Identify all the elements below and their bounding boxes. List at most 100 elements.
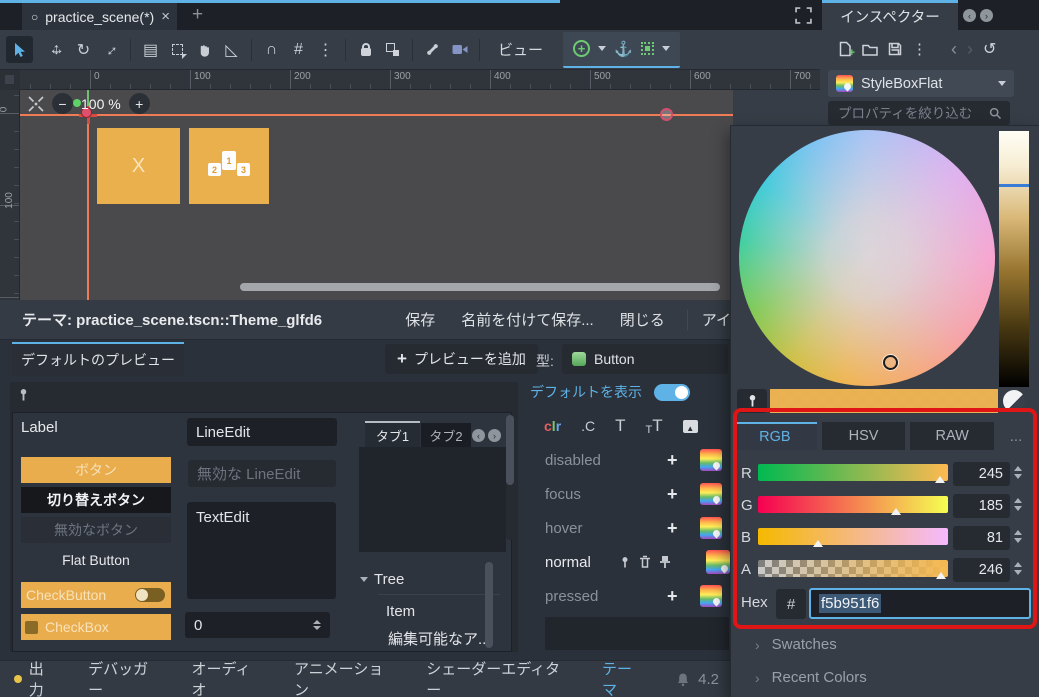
spinner-arrows-icon[interactable] bbox=[313, 620, 321, 630]
tab-rgb[interactable]: RGB bbox=[733, 422, 817, 450]
tab-hsv[interactable]: HSV bbox=[822, 422, 906, 450]
anchor-preset-icon[interactable] bbox=[641, 42, 654, 55]
add-node-icon[interactable]: + bbox=[573, 40, 590, 57]
save-resource-icon[interactable] bbox=[888, 42, 902, 56]
preview-tree-item-editable[interactable]: 編集可能なア... bbox=[388, 628, 491, 649]
snap-options-menu[interactable]: ⋮ bbox=[312, 36, 339, 63]
preview-tab2[interactable]: タブ2 bbox=[421, 423, 471, 447]
bottom-tab-output[interactable]: 出力 bbox=[14, 658, 58, 697]
history-back-icon[interactable]: ‹ bbox=[951, 39, 957, 60]
swatches-section[interactable]: › Swatches bbox=[755, 636, 837, 653]
spinner-arrows-icon[interactable] bbox=[1014, 562, 1022, 575]
preview-check-box[interactable]: CheckBox bbox=[21, 614, 171, 640]
dock-prev-icon[interactable]: ‹ bbox=[963, 9, 976, 22]
color-wheel[interactable] bbox=[739, 130, 995, 386]
tab-default-preview[interactable]: デフォルトのプレビュー bbox=[12, 342, 184, 376]
preview-button[interactable]: ボタン bbox=[21, 457, 171, 483]
theme-close-button[interactable]: 閉じる bbox=[620, 309, 665, 330]
bottom-tab-shader-editor[interactable]: シェーダーエディター bbox=[426, 658, 572, 697]
resource-options-menu[interactable]: ⋮ bbox=[912, 40, 927, 58]
r-slider-thumb[interactable] bbox=[935, 476, 945, 483]
bottom-tab-debugger[interactable]: デバッガー bbox=[88, 658, 161, 697]
move-tool[interactable]: ↔↕ bbox=[43, 36, 70, 63]
preview-tab1[interactable]: タブ1 bbox=[365, 421, 420, 447]
theme-save-as-button[interactable]: 名前を付けて保存... bbox=[461, 309, 594, 330]
g-value[interactable]: 185 bbox=[953, 494, 1010, 518]
bottom-tab-audio[interactable]: オーディオ bbox=[192, 658, 264, 697]
property-filter-input[interactable] bbox=[836, 105, 980, 122]
preview-toggle-button[interactable]: 切り替えボタン bbox=[21, 487, 171, 513]
add-style-button[interactable]: + bbox=[667, 450, 678, 471]
b-value[interactable]: 81 bbox=[953, 526, 1010, 550]
tab-raw[interactable]: RAW bbox=[910, 422, 994, 450]
pushpin-icon[interactable] bbox=[655, 555, 675, 569]
smart-snap-icon[interactable]: ∩ bbox=[258, 36, 285, 63]
a-value[interactable]: 246 bbox=[953, 558, 1010, 582]
lock-icon[interactable] bbox=[352, 36, 379, 63]
b-slider[interactable] bbox=[758, 528, 948, 545]
preview-check-button[interactable]: CheckButton bbox=[21, 582, 171, 608]
delete-style-icon[interactable] bbox=[635, 555, 655, 569]
anchor-icon[interactable]: ⚓ bbox=[614, 40, 633, 58]
add-style-button[interactable]: + bbox=[667, 484, 678, 505]
distraction-free-icon[interactable] bbox=[795, 7, 812, 24]
vertical-ruler[interactable]: 0 100 bbox=[0, 90, 20, 300]
recent-colors-section[interactable]: › Recent Colors bbox=[755, 669, 867, 686]
type-dropdown[interactable]: Button bbox=[562, 344, 728, 374]
value-slider[interactable] bbox=[999, 131, 1029, 387]
value-slider-indicator[interactable] bbox=[999, 184, 1029, 187]
stylebox-icon-selected[interactable] bbox=[706, 550, 730, 574]
tab-more[interactable]: ... bbox=[999, 422, 1033, 450]
theme-clipped-button[interactable]: アイ bbox=[702, 309, 731, 330]
center-view-icon[interactable] bbox=[28, 96, 44, 112]
b-slider-thumb[interactable] bbox=[813, 540, 823, 547]
g-slider-thumb[interactable] bbox=[891, 508, 901, 515]
pin-value-icon[interactable] bbox=[615, 555, 635, 570]
notification-bell-icon[interactable] bbox=[676, 672, 690, 687]
stylebox-icon[interactable] bbox=[700, 483, 722, 505]
g-slider[interactable] bbox=[758, 496, 948, 513]
move-pivot-tool[interactable] bbox=[164, 36, 191, 63]
color-wheel-cursor[interactable] bbox=[883, 355, 898, 370]
zoom-in-button[interactable]: + bbox=[129, 93, 150, 114]
add-style-button[interactable]: + bbox=[667, 518, 678, 539]
tab-scroll-right-icon[interactable]: › bbox=[488, 429, 501, 442]
spinner-arrows-icon[interactable] bbox=[1014, 466, 1022, 479]
skeleton-bone-icon[interactable] bbox=[419, 36, 446, 63]
pivot-ring-handle[interactable] bbox=[660, 108, 673, 121]
bottom-tab-theme[interactable]: テーマ bbox=[602, 658, 646, 697]
r-value[interactable]: 245 bbox=[953, 462, 1010, 486]
current-color-sample[interactable] bbox=[770, 389, 998, 413]
scene-button-podium[interactable]: 1 2 3 bbox=[189, 128, 269, 204]
tab-icons[interactable]: ▲ bbox=[683, 420, 698, 433]
eyedropper-button[interactable] bbox=[737, 389, 767, 413]
resource-dropdown[interactable]: StyleBoxFlat bbox=[828, 70, 1014, 97]
stylebox-icon[interactable] bbox=[700, 585, 722, 607]
list-select-tool[interactable]: ▤ bbox=[137, 36, 164, 63]
preview-spinbox[interactable]: 0 bbox=[185, 612, 330, 638]
history-icon[interactable]: ↺ bbox=[983, 39, 996, 59]
preview-tree[interactable]: Tree bbox=[360, 571, 404, 588]
pick-from-screen-icon[interactable] bbox=[1003, 390, 1025, 412]
stylebox-icon[interactable] bbox=[700, 517, 722, 539]
r-slider[interactable] bbox=[758, 464, 948, 481]
hash-toggle-button[interactable]: # bbox=[776, 589, 806, 619]
scene-button-x[interactable]: X bbox=[97, 128, 180, 204]
chevron-down-icon[interactable] bbox=[598, 46, 606, 51]
close-icon[interactable]: × bbox=[161, 8, 170, 25]
dock-next-icon[interactable]: › bbox=[980, 9, 993, 22]
select-tool[interactable] bbox=[6, 36, 33, 63]
preview-tree-item[interactable]: Item bbox=[386, 603, 415, 620]
picker-pin-icon[interactable] bbox=[18, 387, 29, 403]
add-scene-tab-button[interactable]: + bbox=[192, 4, 203, 26]
load-resource-icon[interactable] bbox=[862, 43, 878, 56]
ruler-tool[interactable]: ◺ bbox=[218, 36, 245, 63]
tree-scrollbar[interactable] bbox=[485, 562, 493, 648]
a-slider-thumb[interactable] bbox=[936, 572, 946, 579]
canvas-viewport[interactable]: X 1 2 3 − 100 % + bbox=[20, 90, 733, 300]
a-slider[interactable] bbox=[758, 560, 948, 577]
preview-line-edit[interactable]: LineEdit bbox=[187, 418, 337, 446]
bottom-tab-animation[interactable]: アニメーション bbox=[294, 658, 396, 697]
tab-constants[interactable]: .C bbox=[581, 418, 595, 434]
scale-tool[interactable]: ↔ bbox=[97, 36, 124, 63]
